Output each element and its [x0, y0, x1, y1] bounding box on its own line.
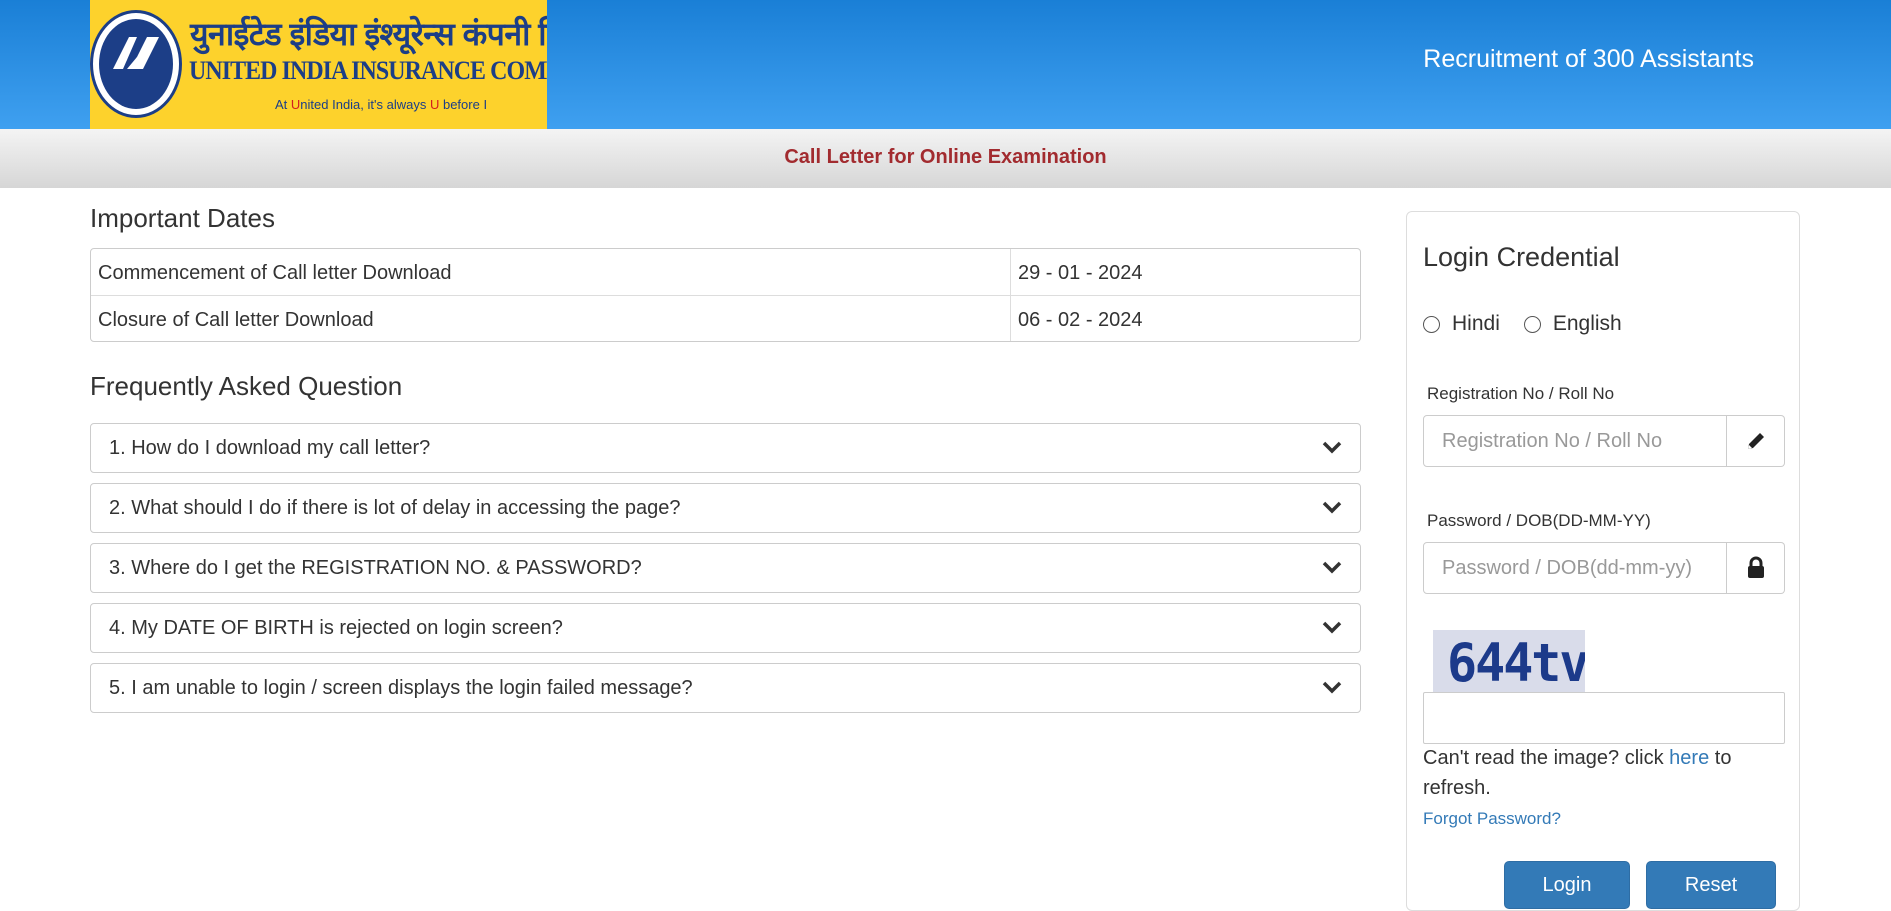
registration-input[interactable]: [1423, 415, 1727, 467]
radio-english-label: English: [1552, 312, 1622, 335]
faq-question: 1. How do I download my call letter?: [109, 437, 431, 459]
faq-title: Frequently Asked Question: [90, 371, 403, 401]
logo-hindi-name: युनाईटेड इंडिया इंश्यूरेन्स कंपनी लिमिटे…: [190, 16, 547, 52]
faq-question: 3. Where do I get the REGISTRATION NO. &…: [109, 557, 642, 579]
language-selector: Hindi English: [1423, 312, 1622, 336]
faq-question: 5. I am unable to login / screen display…: [109, 677, 693, 699]
forgot-password-link[interactable]: Forgot Password?: [1423, 809, 1561, 829]
radio-hindi[interactable]: [1423, 315, 1440, 333]
table-row: Commencement of Call letter Download 29 …: [91, 249, 1360, 295]
important-dates-title: Important Dates: [90, 203, 275, 233]
date-value: 29 - 01 - 2024: [1018, 262, 1143, 284]
login-title: Login Credential: [1423, 242, 1620, 272]
pencil-icon: [1727, 415, 1785, 467]
radio-hindi-label: Hindi: [1452, 312, 1500, 335]
chevron-down-icon: [1322, 681, 1342, 694]
chevron-down-icon: [1322, 621, 1342, 634]
captcha-refresh-text: Can't read the image? click here to refr…: [1423, 747, 1732, 799]
lock-icon: [1727, 542, 1785, 594]
page-title: Recruitment of 300 Assistants: [1423, 45, 1754, 73]
captcha-image: 644tv: [1433, 630, 1585, 692]
password-label: Password / DOB(DD-MM-YY): [1427, 511, 1651, 530]
subheader-title: Call Letter for Online Examination: [784, 146, 1107, 168]
table-row: Closure of Call letter Download 06 - 02 …: [91, 295, 1360, 341]
login-button[interactable]: Login: [1504, 861, 1630, 909]
faq-question: 2. What should I do if there is lot of d…: [109, 497, 681, 519]
registration-label: Registration No / Roll No: [1427, 384, 1615, 403]
faq-item-2[interactable]: 2. What should I do if there is lot of d…: [90, 483, 1361, 533]
captcha-input[interactable]: [1423, 692, 1785, 744]
faq-item-3[interactable]: 3. Where do I get the REGISTRATION NO. &…: [90, 543, 1361, 593]
company-logo: युनाईटेड इंडिया इंश्यूरेन्स कंपनी लिमिटे…: [90, 0, 547, 129]
subheader-bar: Call Letter for Online Examination: [0, 129, 1891, 188]
captcha-refresh-link[interactable]: here: [1669, 747, 1709, 769]
registration-group: [1423, 415, 1785, 467]
chevron-down-icon: [1322, 501, 1342, 514]
faq-item-5[interactable]: 5. I am unable to login / screen display…: [90, 663, 1361, 713]
radio-english[interactable]: [1523, 315, 1541, 333]
faq-question: 4. My DATE OF BIRTH is rejected on login…: [109, 617, 563, 639]
logo-tagline: At United India, it's always U before I: [275, 97, 488, 112]
date-value: 06 - 02 - 2024: [1018, 309, 1143, 331]
login-panel: Login Credential Hindi English Registrat…: [1406, 211, 1800, 911]
date-label: Closure of Call letter Download: [91, 296, 1011, 341]
password-group: [1423, 542, 1785, 594]
faq-item-4[interactable]: 4. My DATE OF BIRTH is rejected on login…: [90, 603, 1361, 653]
emblem-icon: [90, 10, 182, 118]
faq-item-1[interactable]: 1. How do I download my call letter?: [90, 423, 1361, 473]
chevron-down-icon: [1322, 561, 1342, 574]
captcha-text: 644tv: [1447, 632, 1585, 692]
logo-english-name: UNITED INDIA INSURANCE COMPANY LTD.: [189, 56, 547, 85]
header-bar: युनाईटेड इंडिया इंश्यूरेन्स कंपनी लिमिटे…: [0, 0, 1891, 129]
chevron-down-icon: [1322, 441, 1342, 454]
password-input[interactable]: [1423, 542, 1727, 594]
important-dates-table: Commencement of Call letter Download 29 …: [90, 248, 1361, 342]
date-label: Commencement of Call letter Download: [91, 249, 1011, 295]
reset-button[interactable]: Reset: [1646, 861, 1776, 909]
